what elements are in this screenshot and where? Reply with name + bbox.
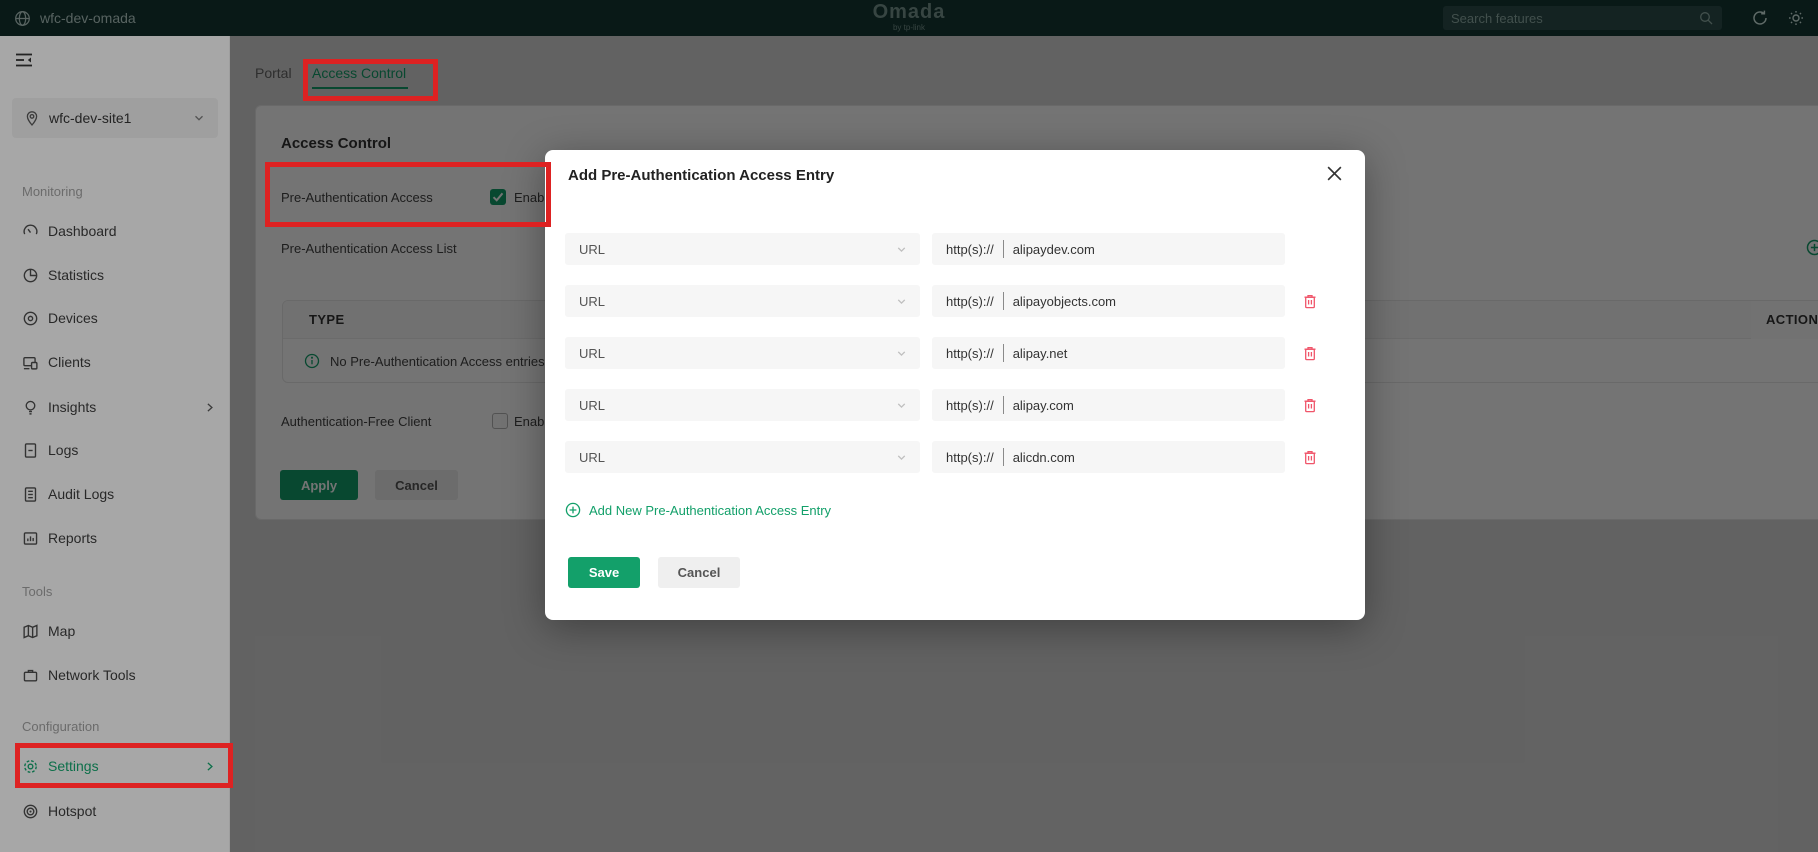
plus-circle-icon [565, 502, 581, 518]
chevron-down-icon [895, 243, 908, 256]
url-value: alipay.com [1012, 397, 1074, 413]
chevron-down-icon [895, 399, 908, 412]
add-new-entry-link[interactable]: Add New Pre-Authentication Access Entry [565, 502, 831, 518]
dialog-title: Add Pre-Authentication Access Entry [568, 167, 835, 184]
input-divider [1002, 240, 1004, 258]
url-value: alipaydev.com [1012, 241, 1095, 257]
url-value: alipay.net [1012, 345, 1068, 361]
url-input[interactable]: http(s):// alipaydev.com [932, 233, 1285, 265]
add-pre-auth-entry-dialog: Add Pre-Authentication Access Entry URL … [545, 150, 1365, 620]
url-scheme-prefix: http(s):// [946, 397, 994, 413]
entry-type-select[interactable]: URL [565, 285, 920, 317]
input-divider [1002, 396, 1004, 414]
entry-type-select[interactable]: URL [565, 233, 920, 265]
url-input[interactable]: http(s):// alipay.com [932, 389, 1285, 421]
url-scheme-prefix: http(s):// [946, 345, 994, 361]
close-icon[interactable] [1326, 165, 1343, 182]
url-value: alipayobjects.com [1012, 293, 1117, 309]
entry-type-select[interactable]: URL [565, 337, 920, 369]
url-scheme-prefix: http(s):// [946, 449, 994, 465]
entry-type-select[interactable]: URL [565, 389, 920, 421]
delete-entry-icon[interactable] [1302, 449, 1318, 466]
chevron-down-icon [895, 451, 908, 464]
input-divider [1002, 292, 1004, 310]
url-scheme-prefix: http(s):// [946, 241, 994, 257]
dialog-cancel-button[interactable]: Cancel [658, 557, 740, 588]
delete-entry-icon[interactable] [1302, 345, 1318, 362]
save-button[interactable]: Save [568, 557, 640, 588]
url-input[interactable]: http(s):// alipayobjects.com [932, 285, 1285, 317]
chevron-down-icon [895, 347, 908, 360]
delete-entry-icon[interactable] [1302, 397, 1318, 414]
chevron-down-icon [895, 295, 908, 308]
delete-entry-icon[interactable] [1302, 293, 1318, 310]
url-input[interactable]: http(s):// alipay.net [932, 337, 1285, 369]
input-divider [1002, 448, 1004, 466]
url-value: alicdn.com [1012, 449, 1075, 465]
url-input[interactable]: http(s):// alicdn.com [932, 441, 1285, 473]
input-divider [1002, 344, 1004, 362]
url-scheme-prefix: http(s):// [946, 293, 994, 309]
entry-type-select[interactable]: URL [565, 441, 920, 473]
